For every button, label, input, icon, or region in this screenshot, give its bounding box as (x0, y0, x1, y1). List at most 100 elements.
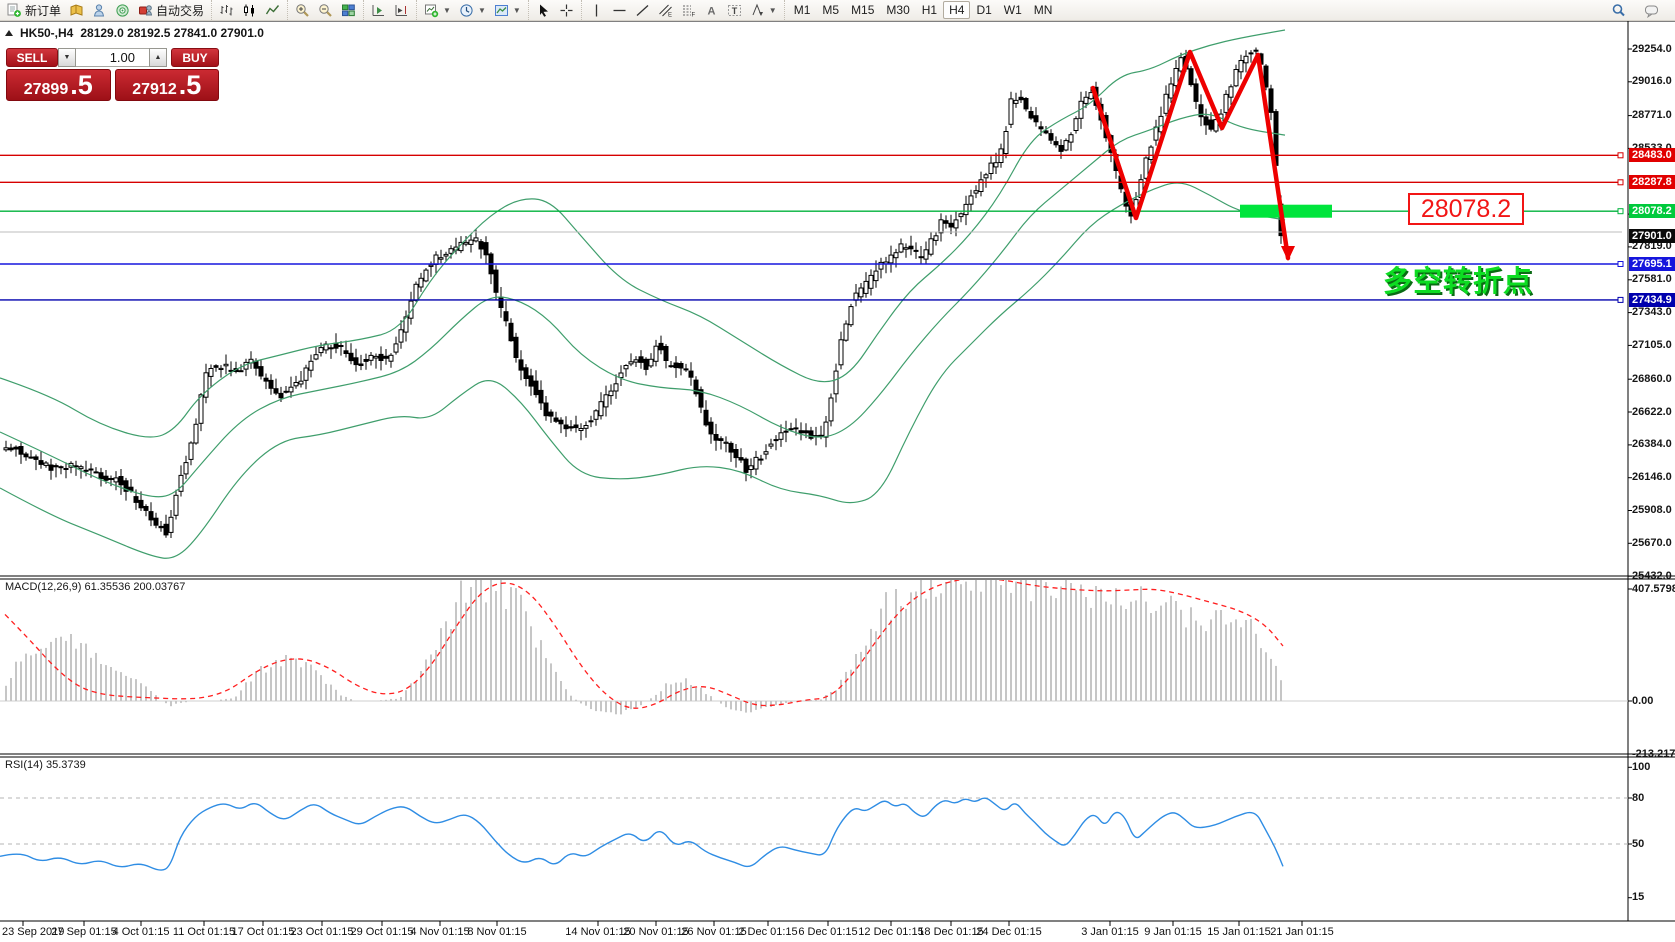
time-axis-label: 8 Nov 01:15 (467, 926, 526, 938)
signals-button[interactable] (111, 0, 134, 20)
time-axis-label: 3 Jan 01:15 (1081, 926, 1139, 938)
fibonacci-button[interactable]: F (677, 0, 700, 20)
tf-m15-button[interactable]: M15 (845, 1, 880, 19)
rsi-tick-label: 80 (1632, 792, 1644, 804)
toolbar-group: ▼ ▼ ▼ (416, 0, 528, 20)
new-chart-icon (424, 3, 439, 18)
tile-windows-button[interactable] (337, 0, 360, 20)
chart-window[interactable]: HK50-,H4 28129.0 28192.5 27841.0 27901.0… (0, 0, 1675, 942)
time-axis-label: 21 Jan 01:15 (1270, 926, 1334, 938)
volume-input[interactable] (76, 48, 149, 67)
price-tick-label: 25432.0 (1632, 570, 1672, 582)
sell-button[interactable]: SELL (6, 48, 58, 67)
tf-mn-button[interactable]: MN (1028, 1, 1059, 19)
crosshair-button[interactable] (555, 0, 578, 20)
label-button[interactable]: T (723, 0, 746, 20)
macd-histogram (6, 558, 1281, 714)
price-tick-label: 27105.0 (1632, 339, 1672, 351)
horizontal-line-button[interactable] (608, 0, 631, 20)
trendline-button[interactable] (631, 0, 654, 20)
zoom-out-button[interactable] (314, 0, 337, 20)
buy-price-button[interactable]: 27912.5 (115, 69, 220, 101)
price-tick-label: 26860.0 (1632, 373, 1672, 385)
highlight-bar-annotation[interactable] (1240, 205, 1332, 218)
tf-h1-button[interactable]: H1 (916, 1, 943, 19)
toolbar-group (287, 0, 363, 20)
one-click-trading-panel: SELL ▼ ▲ BUY 27899.5 27912.5 (6, 48, 219, 101)
chart-shift-icon (394, 3, 409, 18)
svg-text:F: F (691, 12, 695, 18)
templates-button[interactable]: ▼ (490, 0, 525, 20)
profiles-button[interactable]: ▼ (455, 0, 490, 20)
price-tick-label: 29254.0 (1632, 43, 1672, 55)
search-button[interactable] (1607, 0, 1630, 20)
sell-price-button[interactable]: 27899.5 (6, 69, 111, 101)
new-order-icon (7, 3, 22, 18)
time-axis-label: 2 Dec 01:15 (738, 926, 797, 938)
rsi-tick-label: 15 (1632, 891, 1644, 903)
rsi-tick-label: 50 (1632, 838, 1644, 850)
profiles-icon (459, 3, 474, 18)
signals-icon (115, 3, 130, 18)
time-axis-label: 4 Nov 01:15 (410, 926, 469, 938)
chart-shift-button[interactable] (390, 0, 413, 20)
cursor-button[interactable] (532, 0, 555, 20)
data-window-button[interactable] (88, 0, 111, 20)
toolbar-group (363, 0, 416, 20)
price-tag: 28287.8 (1629, 175, 1675, 189)
label-icon: T (727, 3, 742, 18)
line-anchor-marker (1618, 153, 1623, 158)
time-axis-label: 26 Nov 01:15 (681, 926, 746, 938)
volume-increase-button[interactable]: ▲ (149, 48, 167, 67)
zoom-in-icon (295, 3, 310, 18)
time-axis-label: 14 Nov 01:15 (565, 926, 630, 938)
buy-button[interactable]: BUY (171, 48, 219, 67)
line-chart-mode-icon (265, 3, 280, 18)
toolbar-right (1607, 0, 1675, 20)
collapse-panel-icon[interactable] (5, 30, 13, 36)
data-window-icon (92, 3, 107, 18)
channel-button[interactable]: E (654, 0, 677, 20)
zoom-out-icon (318, 3, 333, 18)
bar-chart-mode-icon (219, 3, 234, 18)
auto-scroll-button[interactable] (367, 0, 390, 20)
chart-canvas[interactable] (0, 0, 1675, 942)
tf-h4-button[interactable]: H4 (943, 1, 970, 19)
chat-button[interactable] (1640, 0, 1663, 20)
line-chart-mode-button[interactable] (261, 0, 284, 20)
line-anchor-marker (1618, 180, 1623, 185)
price-callout-annotation[interactable]: 28078.2 (1408, 193, 1524, 225)
tf-m1-button[interactable]: M1 (788, 1, 817, 19)
time-axis-label: 18 Dec 01:15 (918, 926, 983, 938)
bar-chart-mode-button[interactable] (215, 0, 238, 20)
candle-chart-mode-button[interactable] (238, 0, 261, 20)
toolbar-group: M1M5M15M30H1H4D1W1MN (784, 0, 1062, 20)
price-tag: 27901.0 (1629, 229, 1675, 243)
line-anchor-marker (1618, 262, 1623, 267)
toolbar-group (211, 0, 287, 20)
volume-decrease-button[interactable]: ▼ (58, 48, 76, 67)
autotrade-button[interactable]: 自动交易 (134, 0, 208, 20)
line-anchor-marker (1618, 209, 1623, 214)
tf-w1-button[interactable]: W1 (998, 1, 1028, 19)
horizontal-line-icon (612, 3, 627, 18)
chevron-down-icon: ▼ (478, 6, 486, 15)
zoom-in-button[interactable] (291, 0, 314, 20)
bollinger-middle-line (0, 114, 1285, 496)
vertical-line-button[interactable] (585, 0, 608, 20)
arrows-icon (750, 3, 765, 18)
tf-m30-button[interactable]: M30 (880, 1, 915, 19)
arrows-button[interactable]: ▼ (746, 0, 781, 20)
macd-tick-label: 0.00 (1632, 695, 1653, 707)
time-axis-label: 4 Oct 01:15 (113, 926, 170, 938)
crosshair-icon (559, 3, 574, 18)
tf-m5-button[interactable]: M5 (816, 1, 845, 19)
market-watch-button[interactable] (65, 0, 88, 20)
new-chart-button[interactable]: ▼ (420, 0, 455, 20)
text-button[interactable]: A (700, 0, 723, 20)
new-order-button[interactable]: 新订单 (3, 0, 65, 20)
tf-d1-button[interactable]: D1 (970, 1, 997, 19)
search-icon (1611, 3, 1626, 18)
templates-icon (494, 3, 509, 18)
turning-point-note-annotation[interactable]: 多空转折点 (1383, 258, 1533, 300)
